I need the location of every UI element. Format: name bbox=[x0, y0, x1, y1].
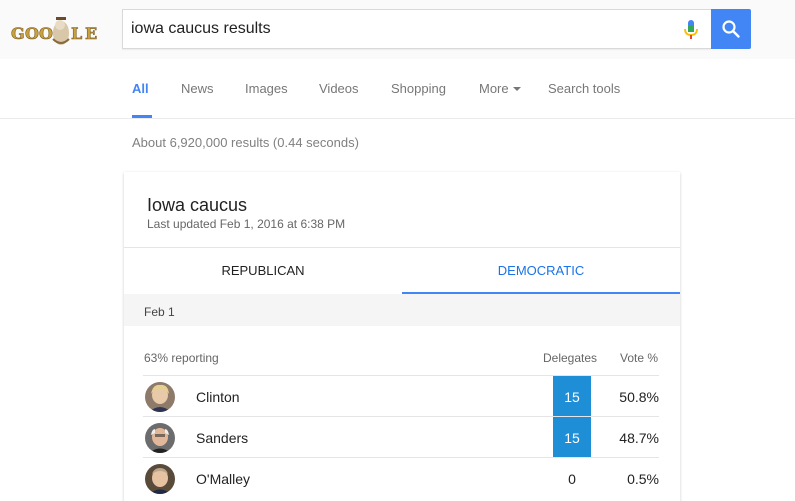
avatar bbox=[145, 423, 175, 453]
caucus-results-card: Iowa caucus Last updated Feb 1, 2016 at … bbox=[124, 172, 680, 501]
svg-text:O: O bbox=[25, 24, 39, 43]
search-button[interactable] bbox=[711, 9, 751, 49]
last-updated: Last updated Feb 1, 2016 at 6:38 PM bbox=[147, 217, 346, 231]
header: G O O L E bbox=[0, 0, 795, 59]
table-row[interactable]: Clinton 15 50.8% bbox=[143, 375, 659, 416]
tab-search-tools[interactable]: Search tools bbox=[548, 81, 620, 96]
search-tabs: All News Images Videos Shopping More Sea… bbox=[0, 59, 795, 119]
tab-videos[interactable]: Videos bbox=[319, 81, 359, 96]
svg-text:E: E bbox=[85, 24, 97, 43]
chevron-down-icon bbox=[512, 87, 521, 91]
svg-text:G: G bbox=[11, 24, 25, 43]
table-row[interactable]: Sanders 15 48.7% bbox=[143, 416, 659, 457]
column-header-vote: Vote % bbox=[620, 351, 659, 365]
avatar bbox=[145, 382, 175, 412]
tab-shopping[interactable]: Shopping bbox=[391, 81, 446, 96]
tab-more-label: More bbox=[479, 81, 509, 96]
delegate-count: 15 bbox=[564, 430, 580, 446]
date-band: Feb 1 bbox=[124, 294, 680, 326]
microphone-icon[interactable] bbox=[681, 19, 701, 41]
candidate-name: Clinton bbox=[196, 389, 240, 405]
delegate-count: 15 bbox=[564, 389, 580, 405]
active-tab-indicator bbox=[132, 115, 152, 118]
search-input[interactable] bbox=[131, 10, 661, 48]
result-stats: About 6,920,000 results (0.44 seconds) bbox=[132, 135, 359, 150]
tab-images[interactable]: Images bbox=[245, 81, 288, 96]
results-date: Feb 1 bbox=[144, 305, 175, 319]
card-title: Iowa caucus bbox=[147, 195, 248, 215]
candidate-name: Sanders bbox=[196, 430, 249, 446]
search-box[interactable] bbox=[122, 9, 711, 49]
tab-all[interactable]: All bbox=[132, 81, 149, 96]
vote-percent: 50.8% bbox=[619, 389, 659, 405]
candidate-name: O'Malley bbox=[196, 471, 251, 487]
column-header-delegates: Delegates bbox=[543, 351, 598, 365]
vote-percent: 48.7% bbox=[619, 430, 659, 446]
search-icon bbox=[722, 20, 740, 38]
vote-percent: 0.5% bbox=[627, 471, 659, 487]
tab-republican[interactable]: REPUBLICAN bbox=[124, 248, 402, 294]
tab-news[interactable]: News bbox=[181, 81, 214, 96]
delegate-count: 0 bbox=[568, 471, 576, 487]
svg-text:O: O bbox=[39, 24, 53, 43]
tab-democratic[interactable]: DEMOCRATIC bbox=[402, 248, 680, 294]
tab-more[interactable]: More bbox=[479, 81, 521, 96]
svg-text:L: L bbox=[71, 24, 82, 43]
google-doodle-logo[interactable]: G O O L E bbox=[9, 13, 103, 51]
table-row[interactable]: O'Malley 0 0.5% bbox=[143, 457, 659, 498]
avatar bbox=[145, 464, 175, 494]
reporting-status: 63% reporting bbox=[144, 351, 219, 365]
